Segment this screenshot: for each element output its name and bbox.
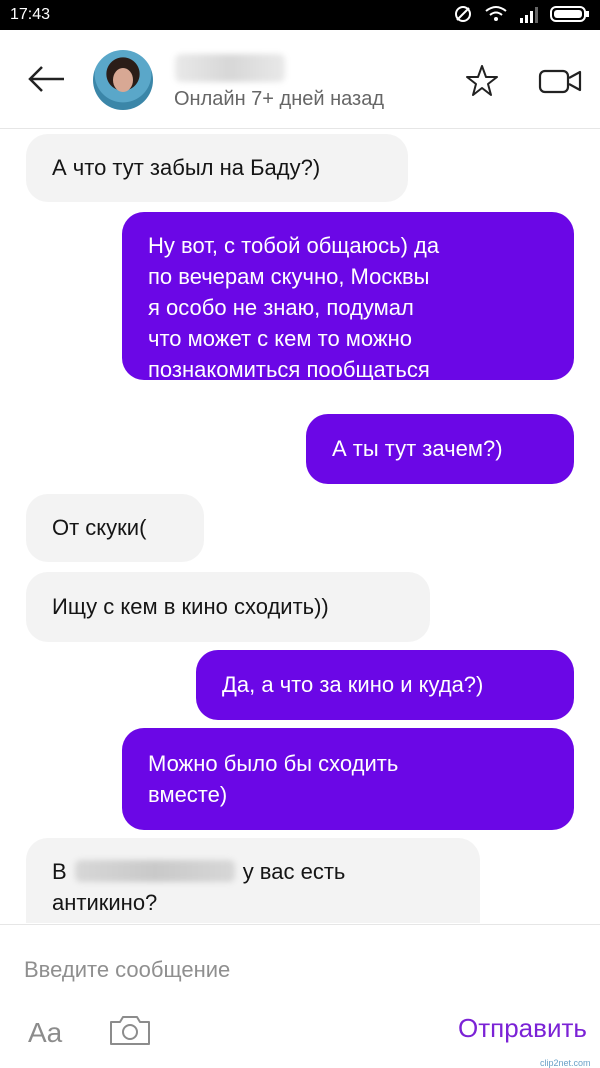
message-line: что может с кем то можно (148, 326, 413, 351)
message-line: Можно было бы сходить (148, 751, 399, 776)
message-incoming: А что тут забыл на Баду?) (26, 134, 408, 202)
message-outgoing: Можно было бы сходить вместе) (122, 728, 574, 830)
message-input[interactable]: Введите сообщение (24, 957, 230, 983)
status-bar: 17:43 (0, 0, 600, 30)
message-outgoing: А ты тут зачем?) (306, 414, 574, 484)
composer: Введите сообщение Aa Отправить clip2net.… (0, 924, 600, 1068)
message-line: познакомиться пообщаться (148, 357, 430, 382)
star-icon[interactable] (465, 64, 499, 98)
message-outgoing: Да, а что за кино и куда?) (196, 650, 574, 720)
text-format-button[interactable]: Aa (28, 1017, 62, 1049)
message-text: А ты тут зачем?) (332, 436, 503, 461)
contact-name-redacted (175, 54, 285, 82)
contact-status: Онлайн 7+ дней назад (174, 88, 384, 110)
message-incoming: Ищу с кем в кино сходить)) (26, 572, 430, 642)
video-call-icon[interactable] (538, 66, 582, 96)
message-text: Ищу с кем в кино сходить)) (52, 594, 329, 619)
signal-icon (520, 7, 538, 23)
message-text-suffix: у вас есть (242, 859, 346, 884)
avatar[interactable] (93, 50, 153, 110)
message-line: я особо не знаю, подумал (148, 295, 414, 320)
status-icons (452, 4, 590, 24)
message-line: по вечерам скучно, Москвы (148, 264, 430, 289)
message-list[interactable]: А что тут забыл на Баду?) Ну вот, с тобо… (0, 128, 600, 923)
message-incoming: От скуки( (26, 494, 204, 562)
send-button[interactable]: Отправить (458, 1013, 587, 1044)
do-not-disturb-icon (455, 6, 471, 22)
battery-icon (550, 6, 589, 22)
message-text-prefix: В (52, 859, 67, 884)
status-time: 17:43 (10, 6, 51, 23)
message-text: А что тут забыл на Баду?) (52, 155, 321, 180)
back-arrow-icon[interactable] (26, 64, 66, 94)
message-text: От скуки( (52, 515, 147, 540)
camera-icon[interactable] (108, 1013, 152, 1047)
message-text: Да, а что за кино и куда?) (222, 672, 484, 697)
message-line: Ну вот, с тобой общаюсь) да (148, 233, 440, 258)
redacted-word (74, 860, 235, 882)
message-line: антикино? (52, 890, 158, 915)
message-line: вместе) (148, 782, 228, 807)
message-outgoing: Ну вот, с тобой общаюсь) да по вечерам с… (122, 212, 574, 382)
wifi-icon (485, 6, 507, 21)
message-incoming: Ву вас есть антикино? (26, 838, 480, 923)
chat-header: Онлайн 7+ дней назад (0, 30, 600, 129)
